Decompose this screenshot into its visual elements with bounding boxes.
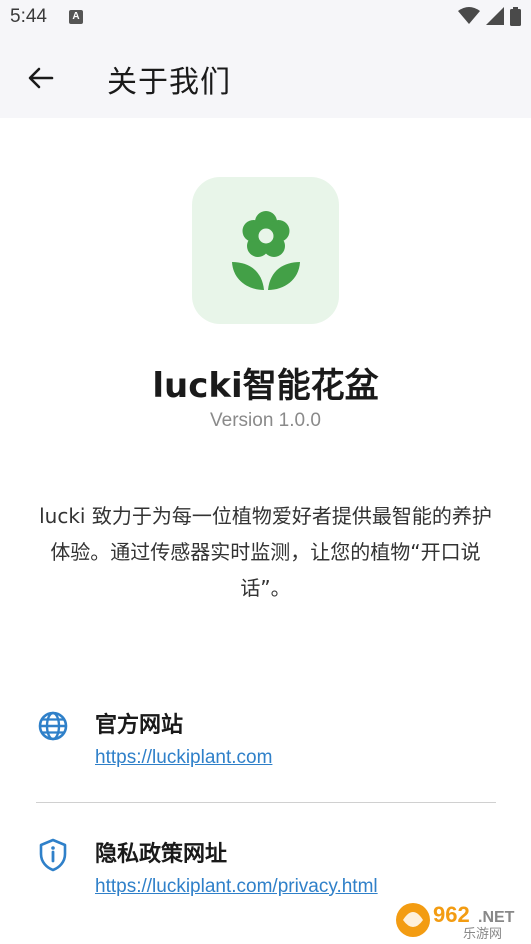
- svg-text:.NET: .NET: [478, 909, 515, 926]
- flower-icon: [231, 210, 300, 290]
- back-button[interactable]: [22, 59, 60, 97]
- cellular-signal-icon: [486, 7, 504, 29]
- page-title: 关于我们: [107, 65, 231, 100]
- app-description: lucki 致力于为每一位植物爱好者提供最智能的养护体验。通过传感器实时监测，让…: [39, 504, 492, 600]
- status-icons: [458, 6, 521, 30]
- status-time: 5:44: [10, 6, 47, 27]
- arrow-left-icon: [28, 67, 54, 89]
- about-page: 5:44 A 关于我们 lucki智能花盆 Version 1.0.0 luck…: [0, 0, 531, 944]
- app-logo: [192, 177, 339, 324]
- notification-a-icon: A: [69, 10, 83, 24]
- privacy-policy-link[interactable]: https://luckiplant.com/privacy.html: [95, 876, 378, 898]
- official-website-link[interactable]: https://luckiplant.com: [95, 747, 272, 769]
- app-version: Version 1.0.0: [210, 410, 321, 431]
- official-website-item: 官方网站 https://luckiplant.com: [36, 707, 496, 777]
- svg-text:乐游网: 乐游网: [463, 927, 502, 942]
- privacy-policy-label: 隐私政策网址: [95, 842, 228, 867]
- globe-icon: [36, 709, 70, 743]
- watermark-logo: 962 .NET 乐游网: [393, 896, 527, 942]
- wifi-icon: [458, 7, 480, 29]
- app-bar: 关于我们: [0, 36, 531, 118]
- divider: [36, 802, 496, 803]
- svg-text:962: 962: [433, 902, 470, 927]
- app-name: lucki智能花盆: [152, 366, 379, 406]
- status-bar: 5:44 A: [0, 0, 531, 36]
- official-website-label: 官方网站: [95, 713, 184, 738]
- shield-icon: [36, 838, 70, 872]
- battery-icon: [510, 6, 521, 30]
